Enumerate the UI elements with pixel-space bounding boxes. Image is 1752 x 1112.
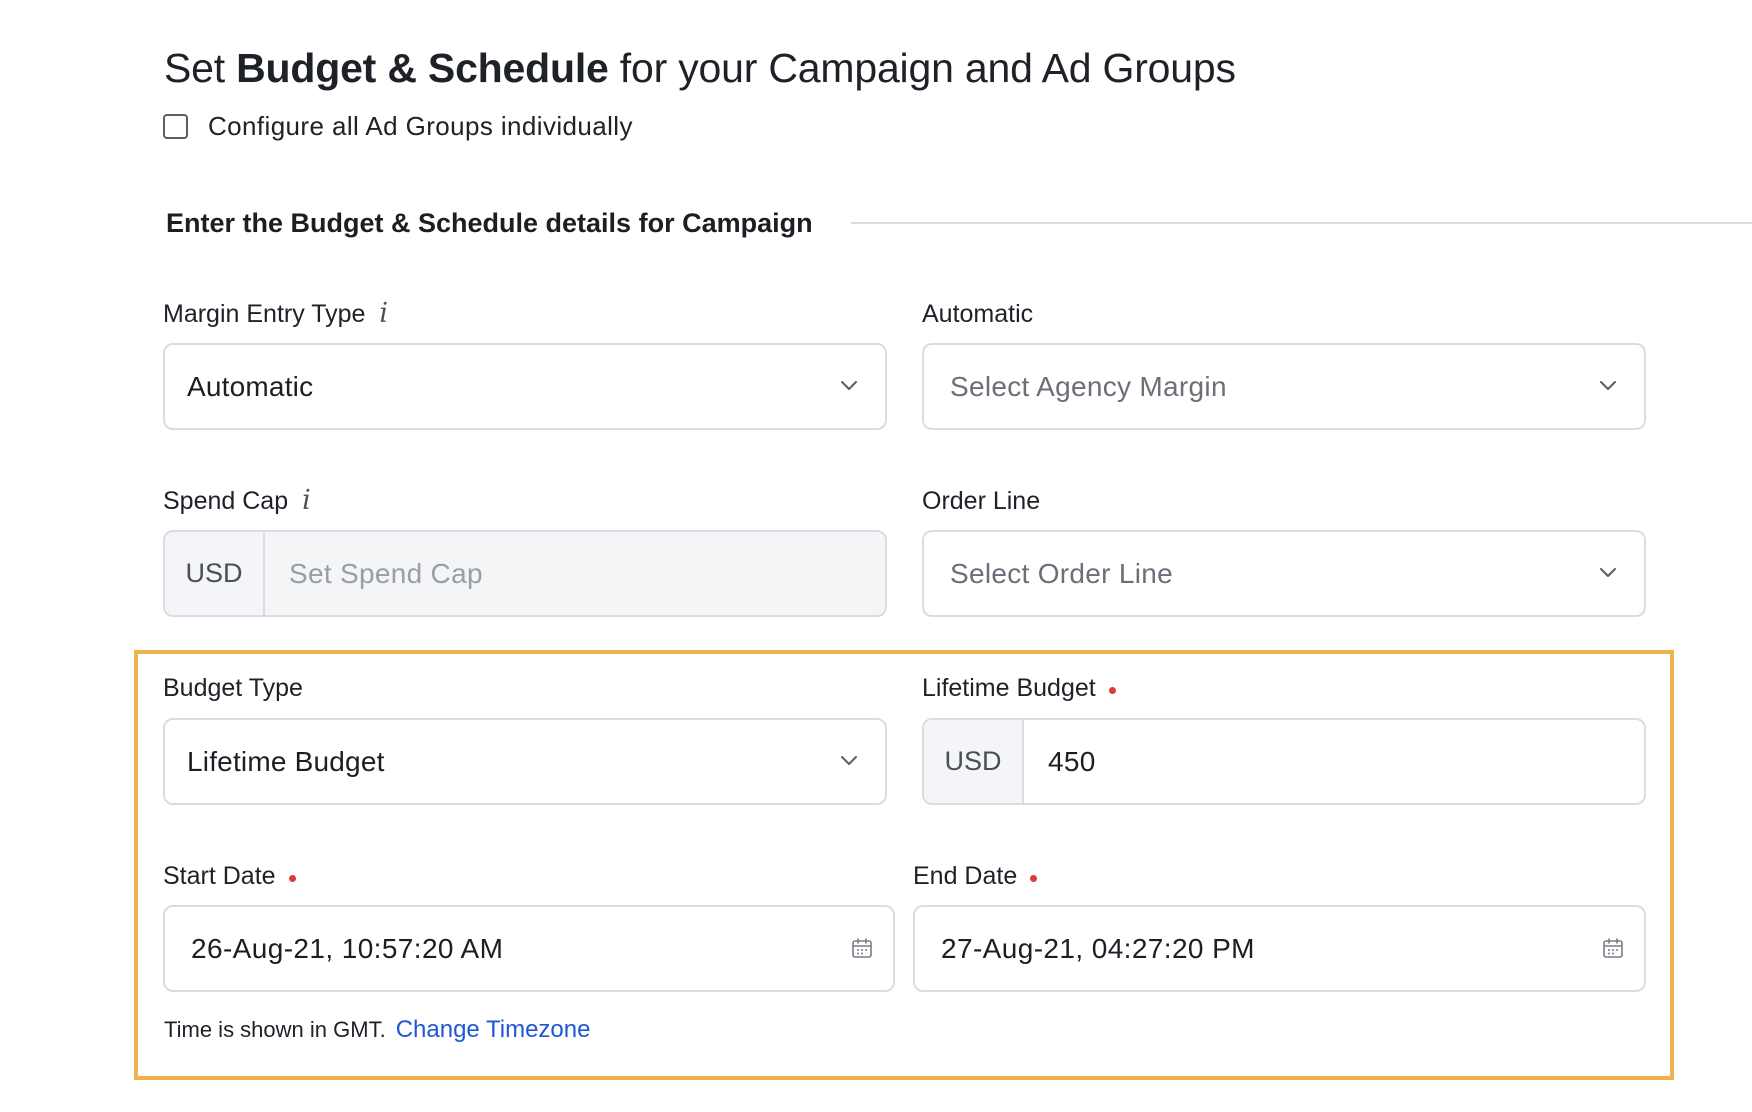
spend-cap-label-text: Spend Cap xyxy=(163,487,289,515)
chevron-down-icon xyxy=(841,755,857,765)
order-line-label: Order Line xyxy=(922,484,1040,518)
timezone-row: Time is shown in GMT. Change Timezone xyxy=(164,1014,590,1046)
end-date-value: 27-Aug-21, 04:27:20 PM xyxy=(941,932,1255,964)
required-indicator xyxy=(1030,874,1038,882)
lifetime-budget-input-group: USD xyxy=(922,718,1646,805)
required-indicator xyxy=(1108,686,1116,694)
start-date-picker[interactable]: 26-Aug-21, 10:57:20 AM xyxy=(163,905,895,992)
spend-cap-input xyxy=(265,532,885,615)
checkbox-box[interactable] xyxy=(163,113,188,139)
automatic-label: Automatic xyxy=(922,297,1033,331)
page-title-suffix: for your Campaign and Ad Groups xyxy=(608,45,1236,91)
lifetime-budget-currency: USD xyxy=(924,720,1024,803)
end-date-picker[interactable]: 27-Aug-21, 04:27:20 PM xyxy=(913,905,1646,992)
order-line-select[interactable]: Select Order Line xyxy=(922,530,1646,617)
lifetime-budget-label-text: Lifetime Budget xyxy=(922,674,1096,702)
required-indicator xyxy=(288,874,296,882)
spend-cap-input-group: USD xyxy=(163,530,887,617)
margin-entry-type-value: Automatic xyxy=(187,370,314,402)
agency-margin-select[interactable]: Select Agency Margin xyxy=(922,343,1646,430)
info-icon[interactable]: i xyxy=(302,484,311,518)
start-date-label: Start Date xyxy=(163,859,296,893)
agency-margin-placeholder: Select Agency Margin xyxy=(950,370,1227,402)
lifetime-budget-input[interactable] xyxy=(1024,720,1644,803)
budget-type-value: Lifetime Budget xyxy=(187,745,385,777)
change-timezone-link[interactable]: Change Timezone xyxy=(396,1016,591,1043)
configure-ad-groups-checkbox[interactable]: Configure all Ad Groups individually xyxy=(163,108,633,144)
timezone-note: Time is shown in GMT. xyxy=(164,1017,386,1042)
section-heading: Enter the Budget & Schedule details for … xyxy=(166,208,813,238)
spend-cap-currency: USD xyxy=(165,532,265,615)
margin-entry-type-label: Margin Entry Type i xyxy=(163,297,388,331)
automatic-label-text: Automatic xyxy=(922,300,1034,328)
budget-type-label: Budget Type xyxy=(163,671,303,705)
info-icon[interactable]: i xyxy=(379,297,388,331)
order-line-label-text: Order Line xyxy=(922,487,1041,515)
configure-ad-groups-label: Configure all Ad Groups individually xyxy=(208,110,633,141)
chevron-down-icon xyxy=(841,380,857,390)
calendar-icon[interactable] xyxy=(851,937,873,959)
calendar-icon[interactable] xyxy=(1602,937,1624,959)
spend-cap-label: Spend Cap i xyxy=(163,484,311,518)
page-title-bold: Budget & Schedule xyxy=(236,45,609,91)
budget-type-select[interactable]: Lifetime Budget xyxy=(163,718,887,805)
start-date-label-text: Start Date xyxy=(163,862,276,890)
chevron-down-icon xyxy=(1600,567,1616,577)
page-title: Set Budget & Schedule for your Campaign … xyxy=(164,40,1236,96)
section-divider xyxy=(851,222,1752,224)
margin-entry-type-select[interactable]: Automatic xyxy=(163,343,887,430)
page-title-prefix: Set xyxy=(164,45,237,91)
budget-type-label-text: Budget Type xyxy=(163,674,303,702)
order-line-placeholder: Select Order Line xyxy=(950,557,1173,589)
margin-entry-type-label-text: Margin Entry Type xyxy=(163,300,366,328)
lifetime-budget-label: Lifetime Budget xyxy=(922,671,1116,705)
end-date-label: End Date xyxy=(913,859,1038,893)
end-date-label-text: End Date xyxy=(913,862,1018,890)
chevron-down-icon xyxy=(1600,380,1616,390)
start-date-value: 26-Aug-21, 10:57:20 AM xyxy=(191,932,504,964)
